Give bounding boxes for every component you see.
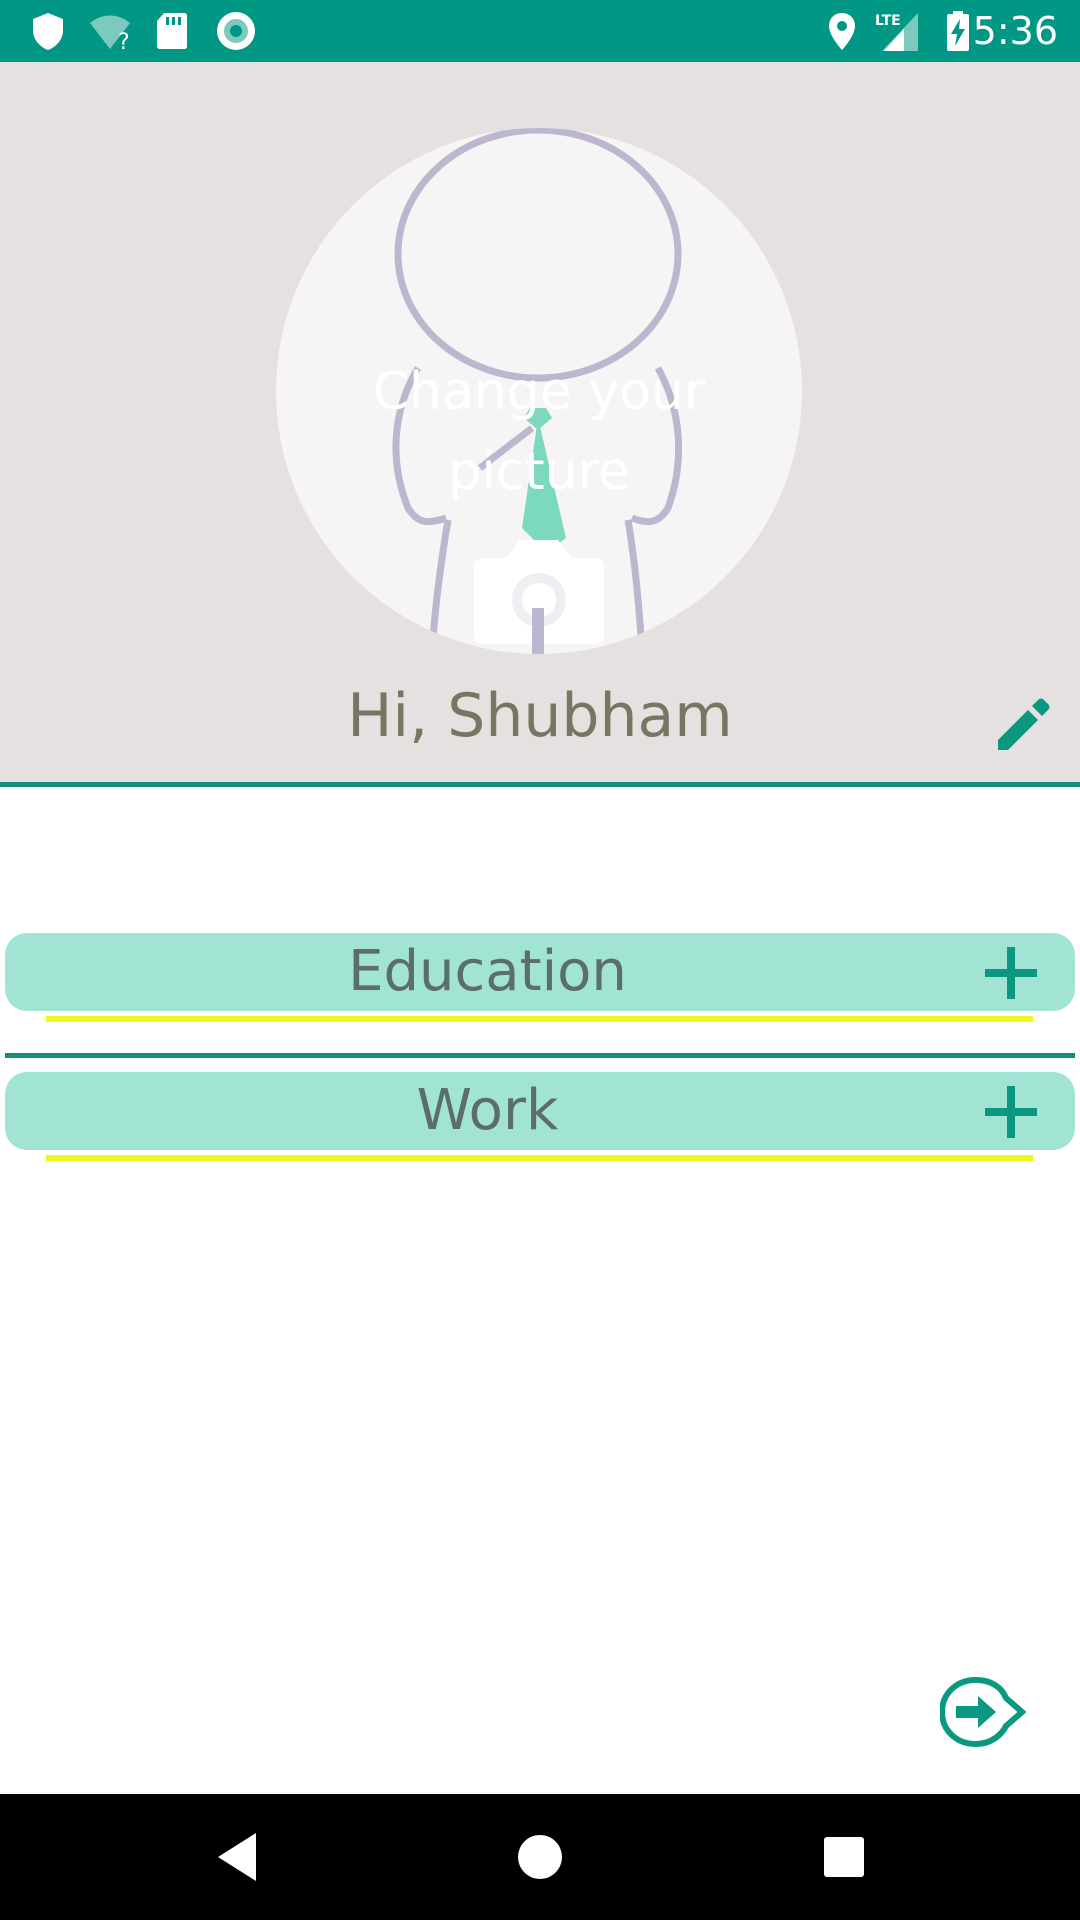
- lte-signal-icon: LTE: [875, 13, 918, 51]
- home-icon[interactable]: [510, 1827, 570, 1887]
- status-bar: ? LTE 5:36: [0, 0, 1080, 62]
- education-section-header[interactable]: Education: [5, 933, 1075, 1011]
- recents-icon[interactable]: [814, 1827, 874, 1887]
- education-underline: [46, 1016, 1033, 1022]
- header-divider: [0, 782, 1080, 787]
- sd-card-icon: [157, 13, 187, 49]
- add-education-plus-icon[interactable]: [983, 945, 1039, 1001]
- work-section-header[interactable]: Work: [5, 1072, 1075, 1150]
- work-label: Work: [416, 1078, 559, 1143]
- shield-icon: [33, 13, 63, 50]
- sync-circle-icon: [217, 12, 255, 50]
- pencil-icon[interactable]: [992, 694, 1052, 754]
- svg-text:LTE: LTE: [875, 13, 901, 29]
- back-icon[interactable]: [210, 1827, 270, 1887]
- wifi-unknown-icon: ?: [90, 15, 130, 53]
- greeting-text: Hi, Shubham: [347, 681, 733, 751]
- clock: 5:36: [972, 9, 1058, 53]
- education-label: Education: [348, 939, 627, 1004]
- navigation-bar: [0, 1794, 1080, 1920]
- arrow-right-circle-icon[interactable]: [940, 1676, 1026, 1748]
- section-divider: [5, 1053, 1075, 1058]
- work-underline: [46, 1155, 1033, 1161]
- location-icon: [829, 13, 855, 50]
- add-work-plus-icon[interactable]: [983, 1084, 1039, 1140]
- svg-text:?: ?: [118, 30, 130, 53]
- change-picture-label[interactable]: Change your picture: [276, 352, 802, 512]
